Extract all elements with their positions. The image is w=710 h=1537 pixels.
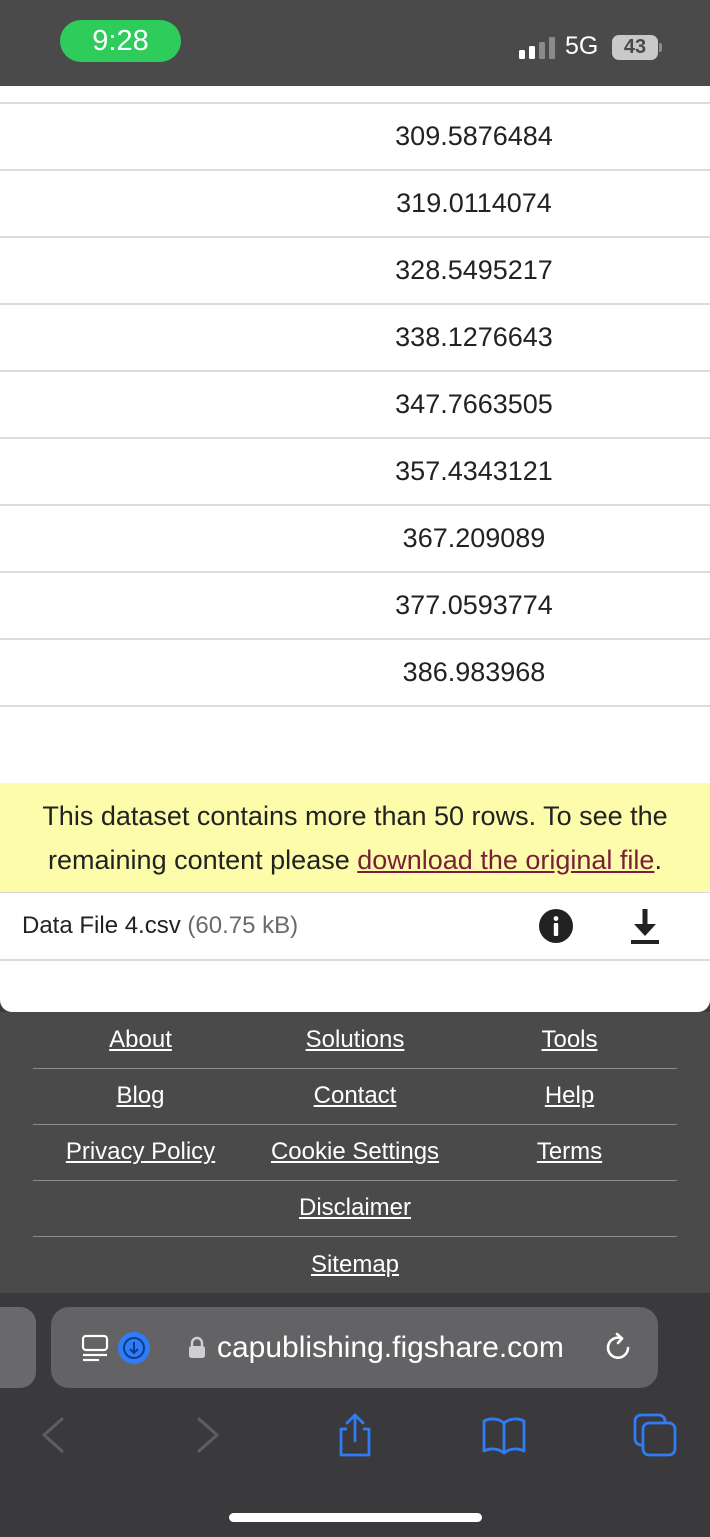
notice-period: . xyxy=(654,845,662,875)
table-cell: 357.4343121 xyxy=(395,456,553,486)
previous-tab-preview[interactable] xyxy=(0,1307,36,1388)
footer-row: Blog Contact Help xyxy=(33,1068,677,1125)
footer-link-blog[interactable]: Blog xyxy=(33,1068,248,1124)
bookmarks-icon[interactable] xyxy=(482,1413,526,1457)
dataset-preview: 309.5876484 319.0114074 328.5495217 338.… xyxy=(0,86,710,1012)
data-table: 309.5876484 319.0114074 328.5495217 338.… xyxy=(0,102,710,707)
forward-icon[interactable] xyxy=(185,1413,229,1457)
home-indicator[interactable] xyxy=(229,1513,482,1522)
downloads-icon[interactable] xyxy=(118,1332,150,1364)
footer-row: About Solutions Tools xyxy=(33,1012,677,1069)
table-row: 377.0593774 xyxy=(0,573,710,640)
footer-link-cookie-settings[interactable]: Cookie Settings xyxy=(248,1124,462,1180)
table-cell: 367.209089 xyxy=(402,523,546,553)
page-menu-icon[interactable] xyxy=(81,1333,111,1363)
table-row: 309.5876484 xyxy=(0,104,710,171)
table-cell: 386.983968 xyxy=(402,657,546,687)
row-limit-notice: This dataset contains more than 50 rows.… xyxy=(0,783,710,893)
table-cell: 377.0593774 xyxy=(395,590,553,620)
network-label: 5G xyxy=(565,32,599,60)
info-icon[interactable] xyxy=(539,909,573,943)
site-footer: About Solutions Tools Blog Contact Help … xyxy=(0,1012,710,1293)
footer-row: Sitemap xyxy=(33,1237,677,1293)
tabs-icon[interactable] xyxy=(633,1413,677,1457)
footer-link-tools[interactable]: Tools xyxy=(462,1012,677,1068)
file-label: Data File 4.csv (60.75 kB) xyxy=(22,893,298,959)
table-cell: 309.5876484 xyxy=(395,121,553,151)
status-bar: 9:28 5G 43 xyxy=(0,0,710,86)
battery-cap xyxy=(659,43,662,52)
cellular-signal-icon xyxy=(519,37,555,59)
file-name: Data File 4.csv xyxy=(22,912,181,939)
table-row: 367.209089 xyxy=(0,506,710,573)
table-cell: 328.5495217 xyxy=(395,255,553,285)
status-time[interactable]: 9:28 xyxy=(60,20,181,62)
back-icon[interactable] xyxy=(32,1413,76,1457)
battery-icon: 43 xyxy=(612,35,658,60)
table-row: 357.4343121 xyxy=(0,439,710,506)
footer-link-sitemap[interactable]: Sitemap xyxy=(33,1237,677,1293)
table-row: 386.983968 xyxy=(0,640,710,707)
footer-link-terms[interactable]: Terms xyxy=(462,1124,677,1180)
footer-row: Disclaimer xyxy=(33,1180,677,1237)
footer-link-disclaimer[interactable]: Disclaimer xyxy=(33,1180,677,1236)
download-original-link[interactable]: download the original file xyxy=(357,845,654,875)
address-bar[interactable]: capublishing.figshare.com xyxy=(51,1307,658,1388)
table-row: 347.7663505 xyxy=(0,372,710,439)
share-icon[interactable] xyxy=(333,1413,377,1457)
reload-icon[interactable] xyxy=(603,1331,635,1363)
footer-row: Privacy Policy Cookie Settings Terms xyxy=(33,1124,677,1181)
footer-link-privacy-policy[interactable]: Privacy Policy xyxy=(33,1124,248,1180)
table-cell: 319.0114074 xyxy=(396,188,552,218)
footer-link-help[interactable]: Help xyxy=(462,1068,677,1124)
footer-link-solutions[interactable]: Solutions xyxy=(248,1012,462,1068)
table-cell: 338.1276643 xyxy=(395,322,553,352)
lock-icon xyxy=(189,1336,205,1358)
table-row: 328.5495217 xyxy=(0,238,710,305)
footer-link-about[interactable]: About xyxy=(33,1012,248,1068)
file-row: Data File 4.csv (60.75 kB) xyxy=(0,893,710,961)
table-row: 338.1276643 xyxy=(0,305,710,372)
footer-link-contact[interactable]: Contact xyxy=(248,1068,462,1124)
file-size: (60.75 kB) xyxy=(187,912,299,939)
url-text[interactable]: capublishing.figshare.com xyxy=(217,1307,564,1388)
table-cell: 347.7663505 xyxy=(395,389,553,419)
download-icon[interactable] xyxy=(628,907,662,945)
table-row: 319.0114074 xyxy=(0,171,710,238)
